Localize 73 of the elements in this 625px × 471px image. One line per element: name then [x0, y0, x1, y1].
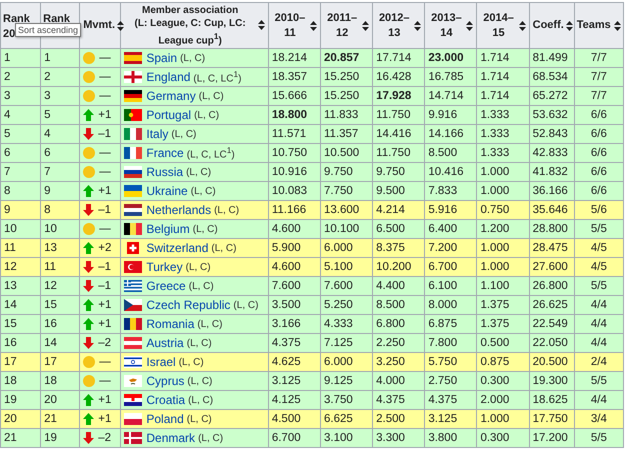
competitions-text: (L, C): [190, 186, 216, 196]
movement-text: —: [99, 166, 111, 178]
movement-text: +1: [98, 394, 112, 406]
table-cell: 6.700: [268, 428, 320, 448]
competitions-text: (L, C): [186, 338, 212, 348]
competitions-text: (L, C): [188, 394, 214, 406]
movement-text: –1: [98, 280, 112, 292]
country-link[interactable]: Netherlands: [146, 203, 212, 217]
country-link[interactable]: England: [146, 70, 190, 84]
country-link[interactable]: Croatia: [146, 393, 186, 407]
country-link[interactable]: Cyprus: [146, 374, 184, 388]
competitions-text: (L, C, LC$^{1}$): [193, 69, 242, 85]
movement-text: +2: [98, 242, 112, 254]
movement-text: —: [99, 52, 111, 64]
country-link[interactable]: Israel: [146, 355, 176, 369]
movement-text: –1: [98, 204, 112, 216]
competitions-text: (L, C): [198, 432, 224, 444]
movement-text: +1: [98, 299, 112, 311]
competitions-text: (L, C): [186, 262, 211, 272]
competitions-text: (L, C): [180, 52, 206, 64]
country-link[interactable]: Spain: [146, 51, 178, 65]
country-link[interactable]: Austria: [146, 336, 184, 350]
country-link[interactable]: Russia: [146, 165, 184, 179]
table-cell: 3.800: [424, 428, 477, 448]
country-link[interactable]: Italy: [146, 127, 168, 141]
country-link[interactable]: Portugal: [146, 108, 192, 122]
competitions-text: (L, C): [188, 280, 214, 292]
movement-text: –1: [98, 128, 112, 140]
competitions-text: (L, C): [211, 242, 236, 254]
table-cell: 3.100: [320, 428, 373, 448]
competitions-text: (L, C): [233, 300, 258, 310]
competitions-text: (L, C): [171, 128, 196, 140]
movement-text: +1: [98, 413, 112, 425]
movement-text: +1: [98, 318, 112, 330]
country-link[interactable]: Belgium: [146, 222, 190, 236]
competitions-text: (L, C): [194, 110, 220, 120]
country-link[interactable]: Romania: [146, 317, 194, 331]
country-link[interactable]: Poland: [146, 412, 184, 426]
competitions-text: (L, C, LC$^{1}$): [186, 145, 235, 161]
country-link[interactable]: Germany: [146, 89, 196, 103]
country-link[interactable]: Denmark: [146, 431, 196, 445]
competitions-text: (L, C): [197, 318, 222, 330]
movement-text: —: [99, 90, 111, 102]
table-cell: 19: [40, 428, 80, 448]
movement-text: —: [99, 223, 111, 235]
table-cell: 21: [0, 428, 41, 448]
competitions-text: (L, C): [192, 224, 218, 234]
country-link[interactable]: Ukraine: [146, 184, 188, 198]
table-cell: 3.300: [372, 428, 425, 448]
movement-text: —: [99, 71, 111, 83]
movement-text: —: [99, 356, 111, 368]
movement-text: –1: [98, 261, 112, 273]
movement-text: —: [99, 375, 111, 387]
country-link[interactable]: Greece: [146, 279, 186, 293]
table-cell: 17.200: [529, 428, 574, 448]
movement-text: +1: [98, 185, 112, 197]
country-link[interactable]: Czech Republic: [146, 298, 230, 312]
competitions-text: (L, C): [178, 356, 204, 368]
country-link[interactable]: Turkey: [146, 260, 183, 274]
country-link[interactable]: Switzerland: [146, 241, 208, 255]
competitions-text: (L, C): [186, 414, 212, 424]
table-cell: 0.300: [476, 428, 530, 448]
table-cell: 5/5: [574, 428, 624, 448]
competitions-text: (L, C): [214, 204, 240, 216]
tooltip: Sort ascending: [15, 23, 82, 37]
competitions-text: (L, C): [187, 376, 212, 386]
movement-text: –2: [98, 337, 112, 349]
country-link[interactable]: France: [146, 146, 184, 160]
movement-text: +1: [98, 109, 112, 121]
competitions-text: (L, C): [186, 166, 212, 178]
competitions-text: (L, C): [198, 90, 224, 102]
movement-text: —: [99, 147, 111, 159]
movement-text: –2: [98, 432, 112, 444]
